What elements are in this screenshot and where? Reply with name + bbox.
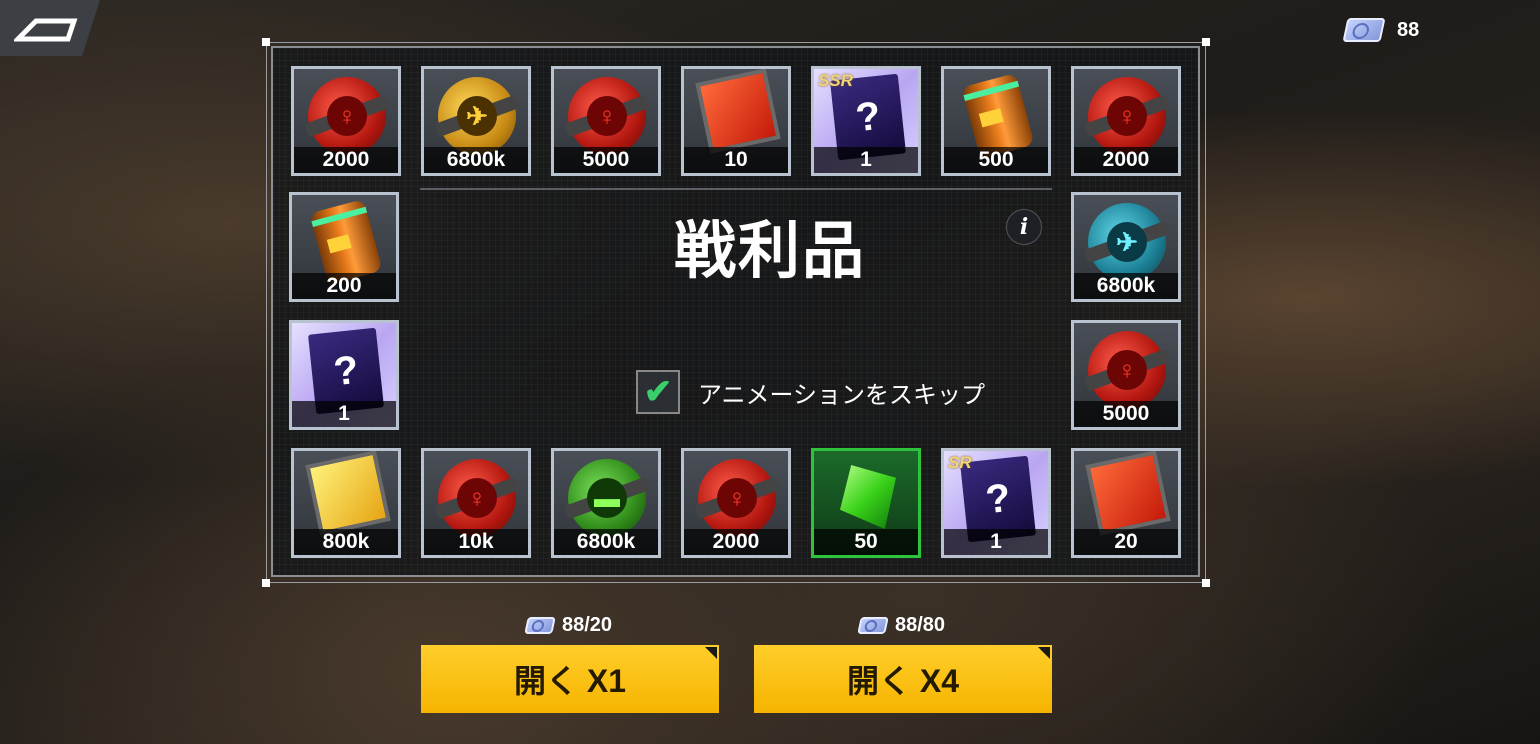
green-orb-icon: ▬ bbox=[568, 459, 646, 537]
reward-count: 5000 bbox=[1074, 401, 1178, 427]
reward-item[interactable]: ▬ 6800k bbox=[551, 448, 661, 558]
back-button[interactable] bbox=[0, 0, 100, 56]
reward-count: 500 bbox=[944, 147, 1048, 173]
reward-count: 2000 bbox=[684, 529, 788, 555]
check-icon: ✔ bbox=[643, 373, 673, 411]
reward-count: 1 bbox=[814, 147, 918, 173]
reward-item[interactable]: 20 bbox=[1071, 448, 1181, 558]
back-arrow-icon bbox=[14, 18, 78, 42]
red-orb-icon: ♀ bbox=[308, 77, 386, 155]
ticket-icon bbox=[857, 617, 889, 634]
currency-amount: 88 bbox=[1397, 18, 1420, 41]
reward-count: 20 bbox=[1074, 529, 1178, 555]
skip-animation-toggle[interactable]: ✔ アニメーションをスキップ bbox=[636, 368, 985, 416]
reward-item[interactable]: ? SSR 1 bbox=[811, 66, 921, 176]
title-divider bbox=[420, 188, 1052, 190]
reward-count: 1 bbox=[292, 401, 396, 427]
checkbox[interactable]: ✔ bbox=[636, 370, 680, 414]
reward-item[interactable]: 500 bbox=[941, 66, 1051, 176]
open-x1-cost: 88/20 bbox=[524, 614, 613, 637]
reward-count: 6800k bbox=[554, 529, 658, 555]
ticket-icon bbox=[524, 617, 556, 634]
reward-item[interactable]: ✈ 6800k bbox=[421, 66, 531, 176]
skip-animation-label: アニメーションをスキップ bbox=[698, 381, 986, 409]
reward-count: 2000 bbox=[294, 147, 398, 173]
reward-count: 6800k bbox=[424, 147, 528, 173]
reward-item[interactable]: ♀ 2000 bbox=[1071, 66, 1181, 176]
yellow-crate-icon bbox=[305, 451, 391, 536]
reward-item[interactable]: ? 1 bbox=[289, 320, 399, 430]
reward-item[interactable]: 800k bbox=[291, 448, 401, 558]
reward-item[interactable]: ♀ 10k bbox=[421, 448, 531, 558]
reward-item[interactable]: ? SR 1 bbox=[941, 448, 1051, 558]
red-orb-icon: ♀ bbox=[1088, 77, 1166, 155]
reward-item[interactable]: ♀ 5000 bbox=[1071, 320, 1181, 430]
info-icon[interactable]: i bbox=[1006, 209, 1042, 245]
cost-value: 88/80 bbox=[895, 614, 946, 636]
green-gem-icon bbox=[840, 465, 896, 529]
rarity-tag: SSR bbox=[818, 71, 853, 90]
open-x1-button[interactable]: 開く X1 bbox=[421, 645, 719, 713]
reward-count: 5000 bbox=[554, 147, 658, 173]
reward-item[interactable]: ♀ 2000 bbox=[291, 66, 401, 176]
gold-orb-icon: ✈ bbox=[438, 77, 516, 155]
red-crate-icon bbox=[1085, 451, 1171, 536]
frame-corner bbox=[262, 579, 270, 587]
frame-corner bbox=[1202, 38, 1210, 46]
currency-display: 88 bbox=[1342, 14, 1445, 46]
reward-count: 2000 bbox=[1074, 147, 1178, 173]
panel-title: 戦利品 bbox=[673, 217, 866, 286]
red-orb-icon: ♀ bbox=[1088, 331, 1166, 409]
reward-count: 10 bbox=[684, 147, 788, 173]
rarity-tag: SR bbox=[948, 453, 972, 472]
red-orb-icon: ♀ bbox=[698, 459, 776, 537]
frame-corner bbox=[1202, 579, 1210, 587]
reward-item[interactable]: 50 bbox=[811, 448, 921, 558]
ticket-icon bbox=[1342, 18, 1386, 42]
red-orb-icon: ♀ bbox=[438, 459, 516, 537]
reward-count: 800k bbox=[294, 529, 398, 555]
reward-item[interactable]: ♀ 2000 bbox=[681, 448, 791, 558]
cost-value: 88/20 bbox=[562, 614, 613, 636]
reward-item[interactable]: ♀ 5000 bbox=[551, 66, 661, 176]
reward-count: 50 bbox=[814, 529, 918, 555]
frame-corner bbox=[262, 38, 270, 46]
open-x4-button[interactable]: 開く X4 bbox=[754, 645, 1052, 713]
reward-item[interactable]: 10 bbox=[681, 66, 791, 176]
reward-count: 1 bbox=[944, 529, 1048, 555]
red-orb-icon: ♀ bbox=[568, 77, 646, 155]
open-x4-cost: 88/80 bbox=[857, 614, 946, 637]
red-crate-icon bbox=[695, 69, 781, 154]
reward-count: 10k bbox=[424, 529, 528, 555]
